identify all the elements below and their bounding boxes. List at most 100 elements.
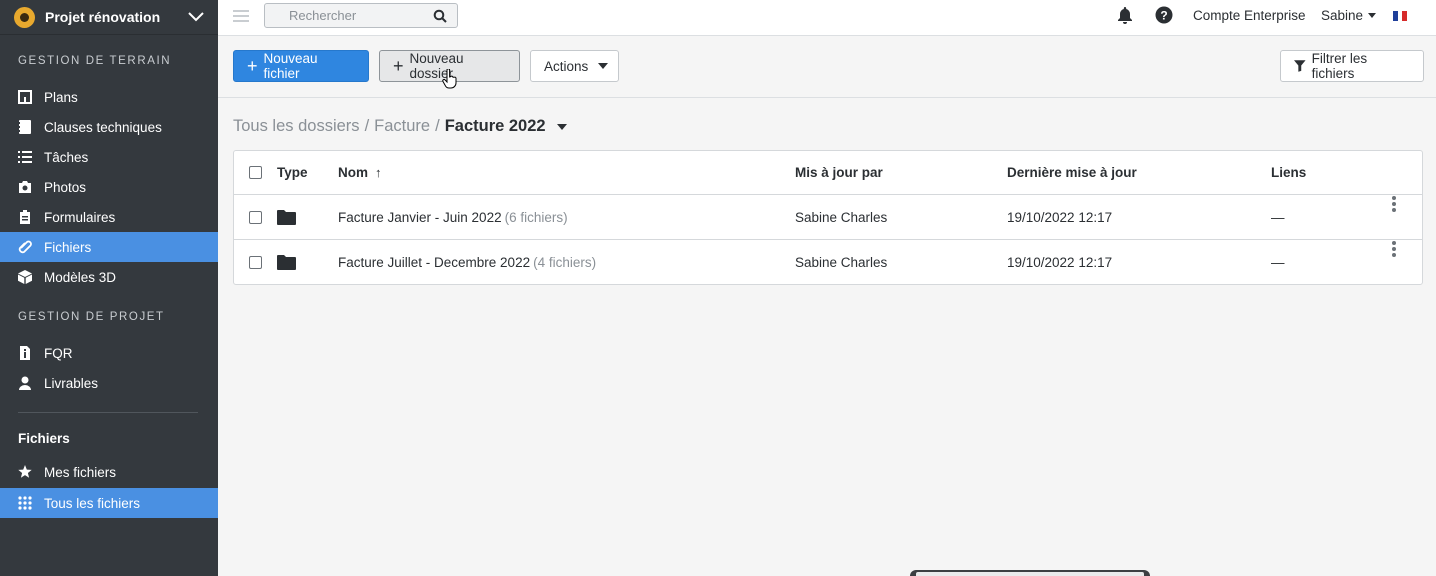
column-name[interactable]: Nom ↑	[338, 151, 382, 194]
actions-label: Actions	[544, 58, 589, 74]
filter-files-button[interactable]: Filtrer les fichiers	[1280, 50, 1424, 82]
updated-by: Sabine Charles	[795, 209, 888, 225]
paperclip-icon	[18, 240, 32, 254]
plus-icon: +	[247, 56, 258, 76]
help-icon[interactable]: ?	[1155, 6, 1173, 29]
row-checkbox[interactable]	[249, 210, 262, 224]
cube-icon	[18, 270, 32, 284]
search-icon[interactable]	[433, 9, 447, 23]
last-update: 19/10/2022 12:17	[1007, 255, 1113, 270]
breadcrumb: Tous les dossiers / Facture / Facture 20…	[233, 117, 567, 136]
sidebar-item-label: FQR	[44, 345, 73, 361]
sidebar-item-clauses[interactable]: Clauses techniques	[0, 112, 218, 142]
sidebar-item-label: Mes fichiers	[44, 464, 117, 480]
sidebar-item-label: Fichiers	[44, 239, 92, 255]
filter-icon	[1294, 60, 1306, 72]
new-file-button[interactable]: + Nouveau fichier	[233, 50, 369, 82]
column-links[interactable]: Liens	[1271, 151, 1306, 194]
folder-name: Facture Janvier - Juin 2022	[338, 209, 502, 225]
sidebar-item-label: Tâches	[44, 149, 89, 165]
breadcrumb-separator: /	[364, 117, 370, 135]
user-menu[interactable]: Sabine	[1321, 8, 1377, 23]
sidebar: Projet rénovation GESTION DE TERRAIN Pla…	[0, 0, 218, 576]
bell-icon[interactable]	[1116, 6, 1134, 29]
breadcrumb-separator: /	[435, 117, 440, 135]
sidebar-item-mes-fichiers[interactable]: Mes fichiers	[0, 457, 218, 487]
chevron-down-icon	[188, 12, 204, 22]
caret-down-icon	[598, 63, 609, 69]
sidebar-item-label: Tous les fichiers	[44, 495, 141, 511]
sidebar-item-modeles-3d[interactable]: Modèles 3D	[0, 262, 218, 292]
star-icon	[18, 465, 32, 479]
sidebar-item-photos[interactable]: Photos	[0, 172, 218, 202]
sidebar-item-fqr[interactable]: FQR	[0, 338, 218, 368]
actions-dropdown[interactable]: Actions	[530, 50, 619, 82]
caret-down-icon	[1368, 13, 1377, 18]
files-section-title: Fichiers	[18, 431, 70, 446]
sidebar-item-tous-les-fichiers[interactable]: Tous les fichiers	[0, 488, 218, 518]
file-count: (4 fichiers)	[533, 255, 597, 270]
topbar: Rechercher ? Compte Enterprise Sabine	[218, 0, 1436, 36]
updated-by: Sabine Charles	[795, 255, 888, 270]
row-checkbox[interactable]	[249, 256, 262, 269]
sidebar-item-label: Plans	[44, 89, 78, 105]
caret-down-icon[interactable]	[556, 123, 567, 130]
user-icon	[18, 376, 32, 390]
hand-cursor-icon	[442, 69, 457, 89]
select-all-checkbox[interactable]	[249, 166, 262, 179]
folder-name: Facture Juillet - Decembre 2022	[338, 255, 531, 270]
folder-name-link[interactable]: Facture Juillet - Decembre 2022 (4 fichi…	[338, 240, 596, 285]
file-count: (6 fichiers)	[504, 209, 568, 225]
search-input[interactable]: Rechercher	[264, 3, 458, 28]
breadcrumb-current: Facture 2022	[444, 117, 546, 135]
screen-recording-thumbnail	[910, 570, 1150, 576]
toolbar: + Nouveau fichier + Nouveau dossier Acti…	[218, 36, 1436, 98]
user-name: Sabine	[1321, 8, 1364, 23]
project-switcher[interactable]: Projet rénovation	[0, 0, 218, 35]
sidebar-item-label: Livrables	[44, 375, 99, 391]
links: —	[1271, 255, 1285, 270]
menu-icon[interactable]	[233, 10, 249, 22]
sort-ascending-icon: ↑	[375, 165, 382, 180]
book-icon	[18, 120, 32, 134]
new-file-label: Nouveau fichier	[263, 51, 318, 81]
folder-icon	[277, 195, 296, 239]
column-updated-by[interactable]: Mis à jour par	[795, 151, 883, 194]
plans-icon	[18, 90, 32, 104]
search-placeholder: Rechercher	[289, 8, 357, 23]
table-row[interactable]: Facture Janvier - Juin 2022 (6 fichiers)…	[234, 195, 1422, 240]
more-options-icon[interactable]	[1392, 240, 1396, 285]
breadcrumb-parent[interactable]: Facture	[374, 117, 430, 136]
account-link[interactable]: Compte Enterprise	[1193, 8, 1306, 23]
last-update: 19/10/2022 12:17	[1007, 209, 1113, 225]
breadcrumb-root[interactable]: Tous les dossiers	[233, 117, 360, 136]
table-row[interactable]: Facture Juillet - Decembre 2022 (4 fichi…	[234, 240, 1422, 285]
sidebar-item-formulaires[interactable]: Formulaires	[0, 202, 218, 232]
sidebar-item-livrables[interactable]: Livrables	[0, 368, 218, 398]
french-flag-icon[interactable]	[1393, 11, 1408, 21]
column-type[interactable]: Type	[277, 151, 308, 194]
sidebar-divider	[18, 412, 198, 413]
links: —	[1271, 209, 1285, 225]
list-icon	[18, 150, 32, 164]
sidebar-item-label: Photos	[44, 179, 87, 195]
folder-icon	[277, 240, 296, 285]
column-last-update[interactable]: Dernière mise à jour	[1007, 151, 1137, 194]
plus-icon: +	[393, 56, 404, 76]
project-logo	[14, 6, 35, 28]
sidebar-item-plans[interactable]: Plans	[0, 82, 218, 112]
table-header: Type Nom ↑ Mis à jour par Dernière mise …	[234, 151, 1422, 195]
sidebar-item-label: Modèles 3D	[44, 269, 117, 285]
project-title: Projet rénovation	[45, 9, 161, 25]
file-info-icon	[18, 346, 32, 360]
section-title-terrain: GESTION DE TERRAIN	[18, 55, 172, 67]
folder-name-link[interactable]: Facture Janvier - Juin 2022 (6 fichiers)	[338, 195, 568, 239]
sidebar-item-taches[interactable]: Tâches	[0, 142, 218, 172]
sidebar-item-fichiers[interactable]: Fichiers	[0, 232, 218, 262]
filter-label: Filtrer les fichiers	[1311, 51, 1368, 81]
sidebar-item-label: Clauses techniques	[44, 119, 162, 135]
more-options-icon[interactable]	[1392, 195, 1396, 239]
grid-icon	[18, 496, 32, 510]
files-table: Type Nom ↑ Mis à jour par Dernière mise …	[233, 150, 1423, 285]
column-name-label: Nom	[338, 165, 368, 180]
